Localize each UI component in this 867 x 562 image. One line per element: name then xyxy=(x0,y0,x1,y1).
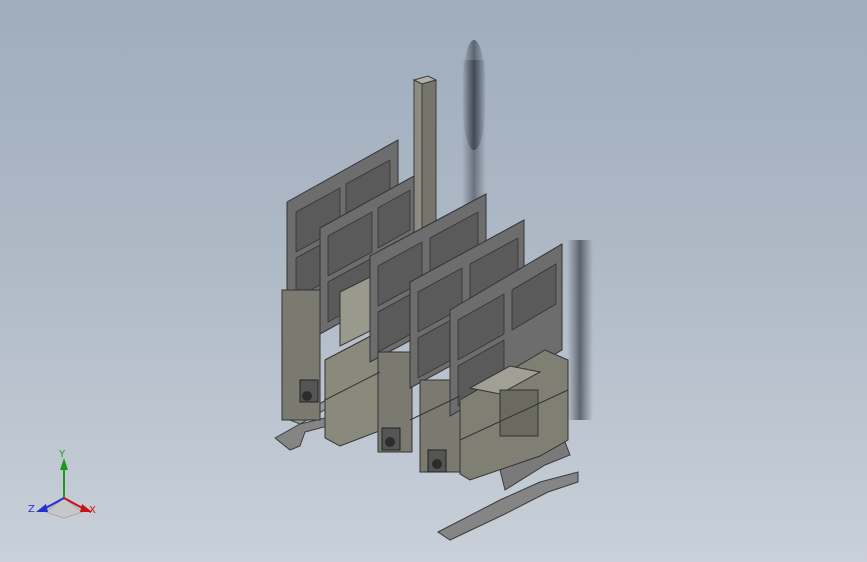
graphics-viewport[interactable]: Y Z X xyxy=(0,0,867,562)
contactor-3d-model[interactable] xyxy=(0,0,867,562)
x-axis-label: X xyxy=(89,505,96,516)
triad-graphic xyxy=(36,458,92,519)
axis-triad[interactable]: Y Z X xyxy=(24,448,104,528)
z-axis-label: Z xyxy=(28,504,35,515)
y-axis-label: Y xyxy=(59,449,66,460)
